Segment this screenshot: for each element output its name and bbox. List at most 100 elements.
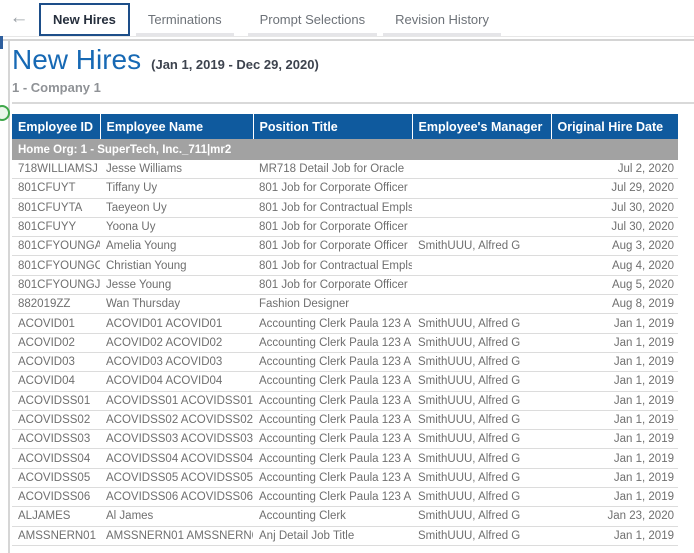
cell-original-hire-date: Aug 3, 2020: [551, 237, 678, 256]
cell-employee-id: 801CFUYT: [12, 179, 100, 198]
table-row[interactable]: ACOVID04 ACOVID04 ACOVID04 Accounting Cl…: [12, 372, 678, 391]
cell-employee-id: ACOVIDSS05: [12, 468, 100, 487]
tab-terminations[interactable]: Terminations: [136, 3, 234, 36]
table-row[interactable]: ACOVIDSS02 ACOVIDSS02 ACOVIDSS02 Account…: [12, 410, 678, 429]
cell-employee-name: ACOVIDSS02 ACOVIDSS02: [100, 410, 253, 429]
table-row[interactable]: AMSSNERN01 AMSSNERN01 AMSSNERN01 Anj Det…: [12, 526, 678, 545]
cell-employee-name: ACOVIDSS01 ACOVIDSS01: [100, 391, 253, 410]
cell-employee-name: Al James: [100, 507, 253, 526]
table-row[interactable]: 882019ZZ Wan Thursday Fashion Designer A…: [12, 295, 678, 314]
cell-employees-manager: SmithUUU, Alfred G: [412, 507, 551, 526]
cell-original-hire-date: Jan 1, 2019: [551, 314, 678, 333]
cell-employee-id: ACOVID02: [12, 333, 100, 352]
table-row[interactable]: 801CFUYY Yoona Uy 801 Job for Corporate …: [12, 217, 678, 236]
cell-employees-manager: SmithUUU, Alfred G: [412, 449, 551, 468]
cell-original-hire-date: Jan 1, 2019: [551, 372, 678, 391]
table-row[interactable]: 801CFYOUNGA Amelia Young 801 Job for Cor…: [12, 237, 678, 256]
col-header-original-hire-date[interactable]: Original Hire Date: [551, 114, 678, 139]
table-row[interactable]: 801CFUYTA Taeyeon Uy 801 Job for Contrac…: [12, 198, 678, 217]
cell-employee-name: Christian Young: [100, 256, 253, 275]
cell-employee-id: 801CFYOUNGA: [12, 237, 100, 256]
cell-original-hire-date: Jul 2, 2020: [551, 160, 678, 179]
cell-original-hire-date: Aug 5, 2020: [551, 275, 678, 294]
cell-position-title: Accounting Clerk Paula 123 ABC: [253, 333, 412, 352]
cell-employee-id: 882019ZZ: [12, 295, 100, 314]
cell-position-title: Fashion Designer: [253, 295, 412, 314]
cell-employee-name: ACOVIDSS06 ACOVIDSS06: [100, 488, 253, 507]
cell-employee-name: ACOVIDSS05 ACOVIDSS05: [100, 468, 253, 487]
cell-position-title: 801 Job for Contractual Empls: [253, 198, 412, 217]
col-header-employee-name[interactable]: Employee Name: [100, 114, 253, 139]
cell-employee-id: 801CFYOUNGJ: [12, 275, 100, 294]
page-title: New Hires: [12, 45, 141, 75]
table-body: Home Org: 1 - SuperTech, Inc._711|mr2 71…: [12, 139, 678, 545]
table-row[interactable]: 801CFUYT Tiffany Uy 801 Job for Corporat…: [12, 179, 678, 198]
cell-employees-manager: [412, 295, 551, 314]
cell-employees-manager: SmithUUU, Alfred G: [412, 372, 551, 391]
cell-position-title: 801 Job for Corporate Officer: [253, 179, 412, 198]
table-row[interactable]: ALJAMES Al James Accounting Clerk SmithU…: [12, 507, 678, 526]
table-row[interactable]: ACOVIDSS01 ACOVIDSS01 ACOVIDSS01 Account…: [12, 391, 678, 410]
table-row[interactable]: 801CFYOUNGC Christian Young 801 Job for …: [12, 256, 678, 275]
table-row[interactable]: ACOVIDSS05 ACOVIDSS05 ACOVIDSS05 Account…: [12, 468, 678, 487]
cell-position-title: Accounting Clerk Paula 123 ABC: [253, 430, 412, 449]
cell-original-hire-date: Jul 30, 2020: [551, 198, 678, 217]
cell-original-hire-date: Jul 30, 2020: [551, 217, 678, 236]
tab-label: Prompt Selections: [260, 12, 366, 27]
left-edge-accent: [0, 36, 3, 49]
cell-employee-id: 718WILLIAMSJ: [12, 160, 100, 179]
cell-employee-id: ACOVID04: [12, 372, 100, 391]
cell-employee-id: 801CFYOUNGC: [12, 256, 100, 275]
col-header-employees-manager[interactable]: Employee's Manager: [412, 114, 551, 139]
col-header-employee-id[interactable]: Employee ID: [12, 114, 100, 139]
cell-employees-manager: SmithUUU, Alfred G: [412, 391, 551, 410]
cell-employee-name: ACOVID01 ACOVID01: [100, 314, 253, 333]
cell-employee-id: ACOVIDSS03: [12, 430, 100, 449]
report-content: New Hires (Jan 1, 2019 - Dec 29, 2020) 1…: [12, 45, 694, 546]
tab-new-hires[interactable]: New Hires: [39, 3, 130, 36]
cell-position-title: 801 Job for Corporate Officer: [253, 217, 412, 236]
cell-position-title: Accounting Clerk Paula 123 ABC: [253, 352, 412, 371]
cell-employees-manager: SmithUUU, Alfred G: [412, 237, 551, 256]
cell-employees-manager: [412, 198, 551, 217]
table-row[interactable]: ACOVID03 ACOVID03 ACOVID03 Accounting Cl…: [12, 352, 678, 371]
cell-original-hire-date: Jan 1, 2019: [551, 430, 678, 449]
cell-employees-manager: SmithUUU, Alfred G: [412, 314, 551, 333]
cell-original-hire-date: Jan 1, 2019: [551, 391, 678, 410]
cell-employee-name: AMSSNERN01 AMSSNERN01: [100, 526, 253, 545]
table-row[interactable]: ACOVID01 ACOVID01 ACOVID01 Accounting Cl…: [12, 314, 678, 333]
cell-employees-manager: SmithUUU, Alfred G: [412, 468, 551, 487]
cell-employee-name: Tiffany Uy: [100, 179, 253, 198]
table-row[interactable]: ACOVIDSS03 ACOVIDSS03 ACOVIDSS03 Account…: [12, 430, 678, 449]
cell-original-hire-date: Jan 1, 2019: [551, 526, 678, 545]
tab-bar: ← New Hires Terminations Prompt Selectio…: [0, 0, 694, 36]
group-header-label: Home Org: 1 - SuperTech, Inc._711|mr2: [12, 139, 678, 160]
cell-employee-id: ACOVIDSS01: [12, 391, 100, 410]
cell-employee-id: ALJAMES: [12, 507, 100, 526]
tab-revision-history[interactable]: Revision History: [383, 3, 501, 36]
cell-position-title: Accounting Clerk Paula 123 ABC: [253, 488, 412, 507]
table-row[interactable]: 718WILLIAMSJ Jesse Williams MR718 Detail…: [12, 160, 678, 179]
cell-original-hire-date: Jul 29, 2020: [551, 179, 678, 198]
cell-position-title: Anj Detail Job Title: [253, 526, 412, 545]
cell-original-hire-date: Jan 1, 2019: [551, 410, 678, 429]
cell-employees-manager: SmithUUU, Alfred G: [412, 333, 551, 352]
tab-label: Revision History: [395, 12, 489, 27]
table-row[interactable]: ACOVIDSS06 ACOVIDSS06 ACOVIDSS06 Account…: [12, 488, 678, 507]
cell-original-hire-date: Aug 8, 2019: [551, 295, 678, 314]
back-arrow-icon[interactable]: ←: [4, 3, 34, 33]
new-hires-table: Employee ID Employee Name Position Title…: [12, 114, 678, 546]
tab-label: Terminations: [148, 12, 222, 27]
cell-employee-name: Yoona Uy: [100, 217, 253, 236]
table-row[interactable]: ACOVID02 ACOVID02 ACOVID02 Accounting Cl…: [12, 333, 678, 352]
cell-employee-id: ACOVID03: [12, 352, 100, 371]
table-header-row: Employee ID Employee Name Position Title…: [12, 114, 678, 139]
table-row[interactable]: 801CFYOUNGJ Jesse Young 801 Job for Corp…: [12, 275, 678, 294]
col-header-position-title[interactable]: Position Title: [253, 114, 412, 139]
tab-prompt-selections[interactable]: Prompt Selections: [248, 3, 378, 36]
cell-position-title: Accounting Clerk Paula 123 ABC: [253, 314, 412, 333]
cell-employee-name: Jesse Williams: [100, 160, 253, 179]
cell-position-title: Accounting Clerk Paula 123 ABC: [253, 468, 412, 487]
cell-employee-name: ACOVID02 ACOVID02: [100, 333, 253, 352]
table-row[interactable]: ACOVIDSS04 ACOVIDSS04 ACOVIDSS04 Account…: [12, 449, 678, 468]
